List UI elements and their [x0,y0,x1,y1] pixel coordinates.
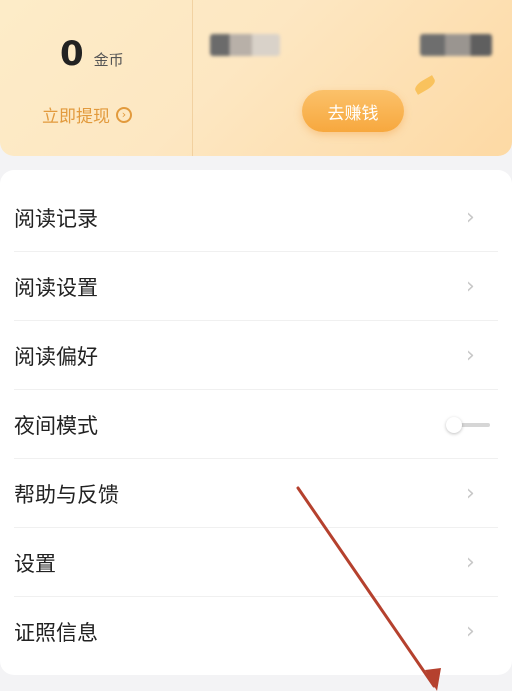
withdraw-link[interactable]: 立即提现 › [42,102,132,127]
coin-value: 0 [60,34,84,74]
menu-item-label: 设置 [14,551,56,576]
menu-item-reading-preferences[interactable]: 阅读偏好 › [0,321,512,390]
coin-unit: 金币 [93,51,124,69]
chevron-right-icon: › [466,619,475,644]
menu-item-label: 帮助与反馈 [14,482,119,507]
chevron-right-icon: › [466,550,475,575]
toggle-track [458,423,490,427]
menu-item-night-mode: 夜间模式 [0,390,512,459]
menu-item-help-feedback[interactable]: 帮助与反馈 › [0,459,512,528]
menu-item-label: 阅读偏好 [14,344,98,369]
card-divider [192,0,193,156]
chevron-right-icon: › [466,343,475,368]
coin-balance: 0 金币 [60,34,124,74]
wallet-card: 0 金币 立即提现 › 去赚钱 [0,0,512,156]
menu-item-reading-settings[interactable]: 阅读设置 › [0,252,512,321]
chevron-right-icon: › [466,274,475,299]
chevron-right-icon: › [466,481,475,506]
menu-item-label: 证照信息 [14,620,98,645]
arrow-right-circle-icon: › [116,106,132,123]
menu-list: 阅读记录 › 阅读设置 › 阅读偏好 › 夜间模式 帮助与反馈 › 设置 › 证… [0,170,512,675]
toggle-knob [446,417,462,433]
withdraw-label: 立即提现 [42,107,110,127]
menu-item-license-info[interactable]: 证照信息 › [0,597,512,666]
menu-item-label: 阅读设置 [14,275,98,300]
blurred-info-left [210,34,280,56]
night-mode-toggle[interactable] [446,417,490,433]
leaf-icon [412,75,438,95]
menu-item-reading-history[interactable]: 阅读记录 › [0,183,512,252]
menu-item-label: 阅读记录 [14,206,98,231]
menu-item-label: 夜间模式 [14,413,98,438]
chevron-right-icon: › [466,205,475,230]
menu-item-settings[interactable]: 设置 › [0,528,512,597]
blurred-info-right [420,34,492,56]
earn-money-button[interactable]: 去赚钱 [302,90,404,132]
